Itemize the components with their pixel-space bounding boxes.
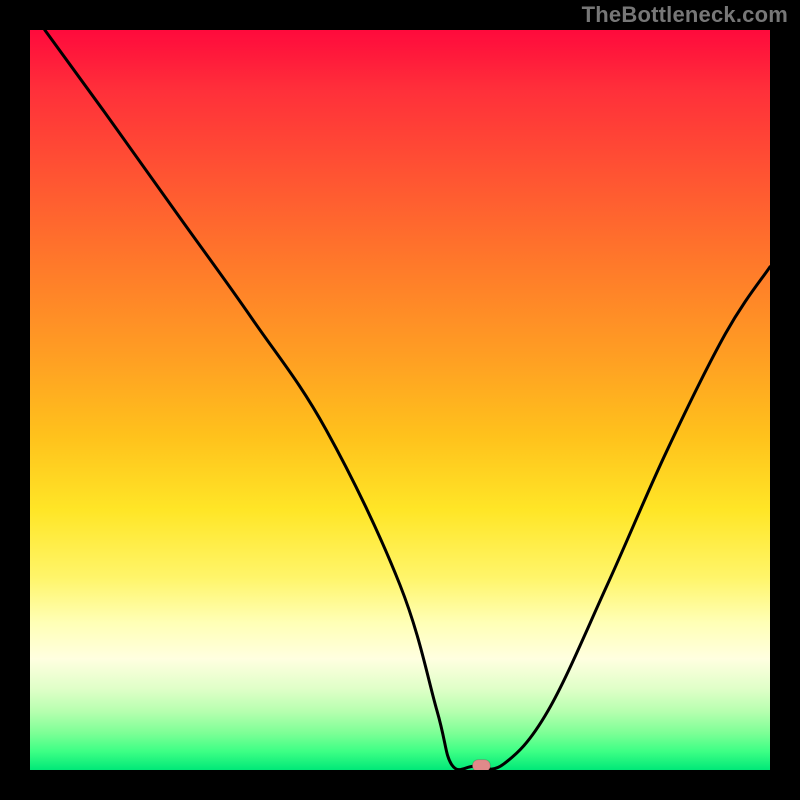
plot-area <box>30 30 770 770</box>
optimal-marker <box>472 760 490 770</box>
curve-overlay <box>30 30 770 770</box>
chart-frame: TheBottleneck.com <box>0 0 800 800</box>
watermark-text: TheBottleneck.com <box>582 2 788 28</box>
bottleneck-curve <box>45 30 770 770</box>
